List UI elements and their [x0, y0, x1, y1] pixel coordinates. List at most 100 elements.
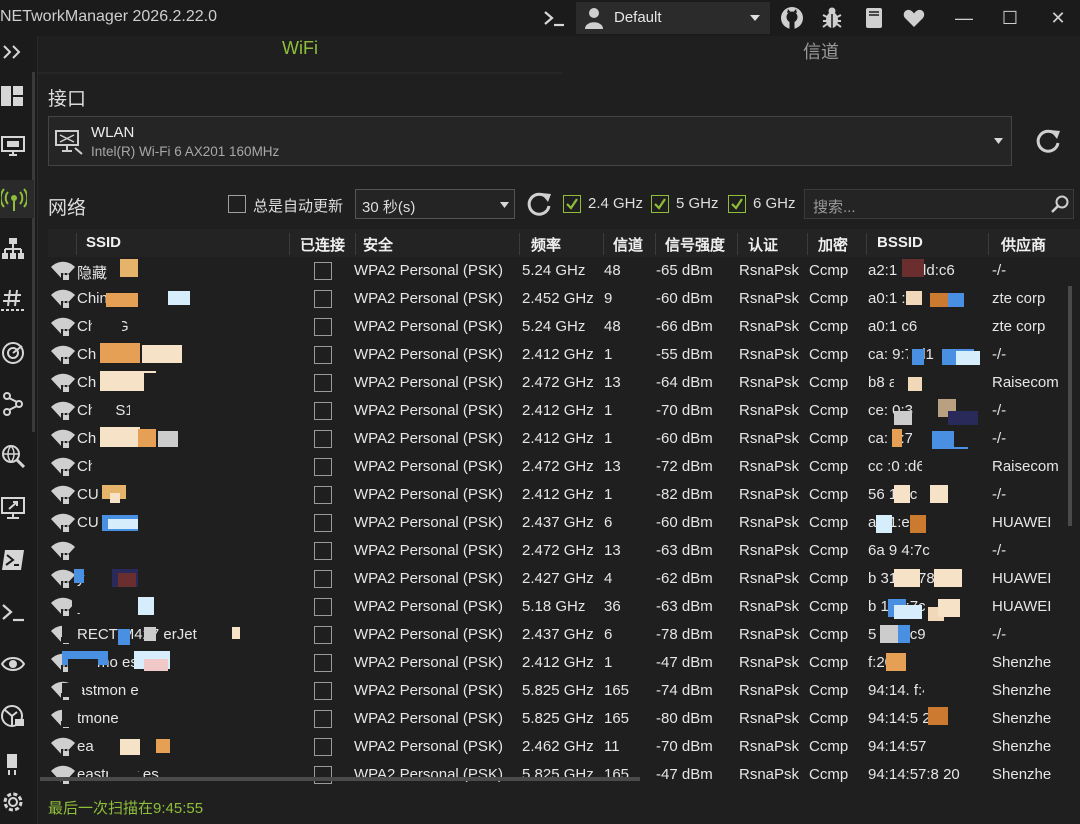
wifi-signal-lock-icon	[50, 456, 76, 478]
lan-icon[interactable]	[1, 237, 25, 261]
column-separator[interactable]	[866, 233, 867, 255]
band-6-checkbox[interactable]	[728, 195, 746, 213]
column-separator[interactable]	[289, 233, 290, 255]
auto-refresh-checkbox[interactable]	[228, 195, 246, 213]
connected-checkbox[interactable]	[314, 598, 332, 616]
table-row[interactable]: yn 5WPA2 Personal (PSK)5.18 GHz36-63 dBm…	[48, 593, 1080, 621]
web-console-icon[interactable]	[1, 704, 25, 728]
band-2-4-checkbox[interactable]	[563, 195, 581, 213]
refresh-interfaces-button[interactable]	[1034, 127, 1062, 155]
connected-checkbox[interactable]	[314, 318, 332, 336]
document-icon[interactable]	[862, 6, 886, 30]
table-row[interactable]: CU o WPA2 Personal (PSK) 2.437 GHz 6 -60 dBm…	[48, 509, 1080, 537]
table-row[interactable]: eastr yfut esWPA2 Personal (PSK)5.825 GH…	[48, 761, 1080, 789]
table-row[interactable]: yWPA2 Personal (PSK)2.427 GHz4-62 dBmRsn…	[48, 565, 1080, 593]
column-separator[interactable]	[737, 233, 738, 255]
connected-checkbox[interactable]	[314, 626, 332, 644]
settings-gear-icon[interactable]	[1, 790, 25, 814]
column-header-connected[interactable]: 已连接	[300, 234, 345, 255]
table-row[interactable]: Ch 9suWPA2 Personal (PSK)2.472 GHz13-64 …	[48, 369, 1080, 397]
interface-selector[interactable]: WLAN Intel(R) Wi-Fi 6 AX201 160MHz	[48, 116, 1012, 166]
column-separator[interactable]	[355, 233, 356, 255]
eye-icon[interactable]	[1, 652, 25, 676]
table-row[interactable]: Ch t9UWPA2 Personal (PSK)2.412 GHz1-60 d…	[48, 425, 1080, 453]
ip-scanner-icon[interactable]	[1, 288, 25, 312]
expand-icon[interactable]	[1, 40, 25, 64]
connected-checkbox[interactable]	[314, 654, 332, 672]
vertical-scrollbar[interactable]	[1068, 286, 1072, 526]
table-row[interactable]: ea u WPA2 Personal (PSK) 2.462 GHz 11 -70 dB…	[48, 733, 1080, 761]
connected-checkbox[interactable]	[314, 570, 332, 588]
band-5-checkbox[interactable]	[651, 195, 669, 213]
maximize-button[interactable]: ☐	[990, 4, 1030, 32]
table-row[interactable]: tmone WPA2 Personal (PSK) 5.825 GHz 165 -80 …	[48, 705, 1080, 733]
table-row[interactable]: astmon e WPA2 Personal (PSK) 5.825 GHz 165 -…	[48, 677, 1080, 705]
table-row[interactable]: Chi -5GWPA2 Personal (PSK)5.24 GHz48-66 …	[48, 313, 1080, 341]
channel-cell: 1	[604, 430, 613, 447]
sidebar-more-icon[interactable]	[1, 752, 25, 776]
powershell-icon[interactable]	[542, 6, 566, 30]
column-separator[interactable]	[655, 233, 656, 255]
table-row[interactable]: Chin -CaWPA2 Personal (PSK)2.452 GHz9-60…	[48, 285, 1080, 313]
globe-search-icon[interactable]	[1, 444, 25, 468]
profile-selector[interactable]: Default	[576, 2, 770, 34]
connected-checkbox[interactable]	[314, 458, 332, 476]
github-icon[interactable]	[780, 6, 804, 30]
connected-checkbox[interactable]	[314, 430, 332, 448]
heart-icon[interactable]	[902, 6, 926, 30]
tab-channel[interactable]: 信道	[803, 38, 839, 64]
tab-wifi[interactable]: WiFi	[282, 38, 318, 59]
column-header-bssid[interactable]: BSSID	[877, 234, 923, 251]
sidebar-item-wifi[interactable]	[0, 180, 34, 218]
connected-checkbox[interactable]	[314, 542, 332, 560]
column-header-encryption[interactable]: 加密	[818, 234, 848, 255]
column-separator[interactable]	[807, 233, 808, 255]
connected-checkbox[interactable]	[314, 682, 332, 700]
connected-checkbox[interactable]	[314, 290, 332, 308]
connected-checkbox[interactable]	[314, 346, 332, 364]
column-header-security[interactable]: 安全	[363, 234, 393, 255]
bug-icon[interactable]	[820, 6, 844, 30]
remote-desktop-icon[interactable]	[1, 496, 25, 520]
column-separator[interactable]	[519, 233, 520, 255]
table-row[interactable]: Chi MZpWPA2 Personal (PSK)2.472 GHz13-72…	[48, 453, 1080, 481]
rail-scrollbar[interactable]	[32, 72, 35, 432]
column-separator[interactable]	[76, 233, 77, 255]
connected-checkbox[interactable]	[314, 766, 332, 784]
search-input[interactable]: 搜索...	[804, 189, 1074, 219]
connected-checkbox[interactable]	[314, 262, 332, 280]
column-header-signal[interactable]: 信号强度	[665, 234, 725, 255]
refresh-interval-select[interactable]: 30 秒(s)	[355, 189, 515, 219]
dashboard-icon[interactable]	[1, 84, 25, 108]
powershell-icon[interactable]	[1, 548, 25, 572]
channel-cell: 1	[604, 346, 613, 363]
table-row[interactable]: astmo esWPA2 Personal (PSK)2.412 GHz1-47…	[48, 649, 1080, 677]
radar-icon[interactable]	[1, 341, 25, 365]
connected-checkbox[interactable]	[314, 738, 332, 756]
close-button[interactable]: ✕	[1038, 4, 1078, 32]
table-row[interactable]: 隐藏 WPA2 Personal (PSK) 5.24 GHz 48 -65 dBm Rs…	[48, 257, 1080, 285]
column-separator[interactable]	[603, 233, 604, 255]
column-header-vendor[interactable]: 供应商	[1001, 234, 1046, 255]
table-row[interactable]: CU 0 WPA2 Personal (PSK) 2.412 GHz 1 -82 dBm…	[48, 481, 1080, 509]
connected-checkbox[interactable]	[314, 514, 332, 532]
minimize-button[interactable]: —	[944, 4, 984, 32]
column-header-frequency[interactable]: 频率	[531, 234, 561, 255]
table-row[interactable]: CWPA2 Personal (PSK)2.472 GHz13-63 dBmRs…	[48, 537, 1080, 565]
connected-checkbox[interactable]	[314, 710, 332, 728]
scan-refresh-button[interactable]	[525, 190, 553, 218]
network-interface-icon[interactable]	[1, 134, 25, 158]
table-row[interactable]: RECT M427 erJet WPA2 Personal (PSK) 2.437 …	[48, 621, 1080, 649]
column-header-channel[interactable]: 信道	[613, 234, 643, 255]
connected-checkbox[interactable]	[314, 374, 332, 392]
table-row[interactable]: Ch N S1BWPA2 Personal (PSK)2.412 GHz1-70…	[48, 397, 1080, 425]
horizontal-scrollbar[interactable]	[40, 777, 640, 781]
route-icon[interactable]	[1, 392, 25, 416]
column-header-ssid[interactable]: SSID	[86, 234, 121, 251]
table-row[interactable]: Ch U WPA2 Personal (PSK) 2.412 GHz 1 -55 dBm…	[48, 341, 1080, 369]
column-separator[interactable]	[988, 233, 989, 255]
connected-checkbox[interactable]	[314, 402, 332, 420]
connected-checkbox[interactable]	[314, 486, 332, 504]
column-header-authentication[interactable]: 认证	[748, 234, 778, 255]
terminal-icon[interactable]	[1, 600, 25, 624]
